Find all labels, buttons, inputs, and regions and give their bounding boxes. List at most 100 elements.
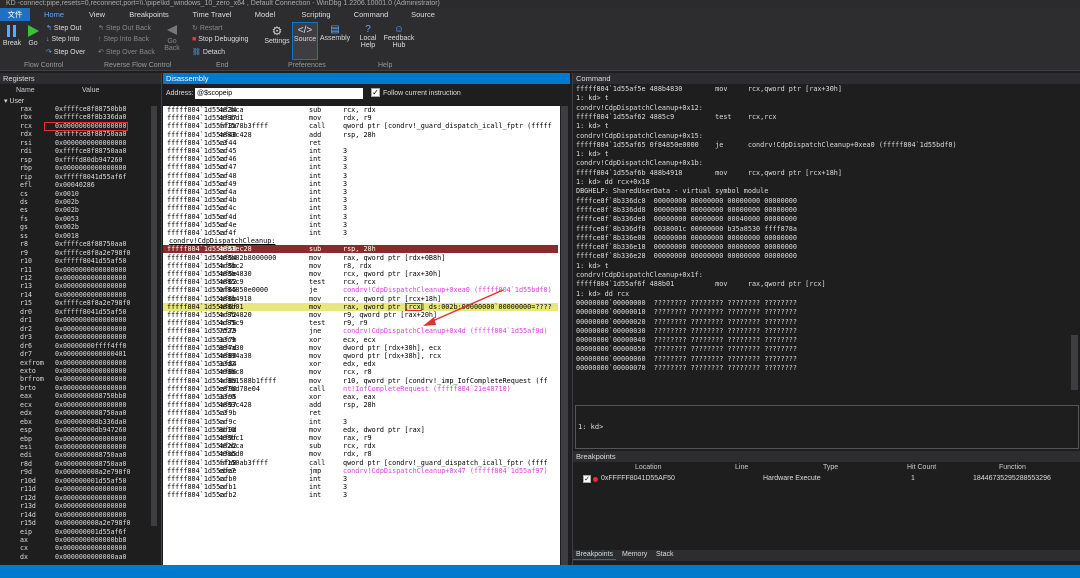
disassembly-row[interactable]: fffff804`1d55af44 c3 ret [163, 139, 558, 147]
source-button[interactable]: </> Source [292, 22, 318, 60]
assembly-button[interactable]: ▤ Assembly [318, 24, 352, 42]
col-line: Line [735, 464, 749, 471]
command-input[interactable]: 1: kd> [575, 405, 1079, 449]
disassembly-row[interactable]: fffff804`1d55af80 48894a38 mov qword ptr [r… [163, 352, 558, 360]
tab-stack-pane[interactable]: Stack [653, 550, 677, 560]
disassembly-row[interactable]: fffff804`1d55af4b cc int 3 [163, 196, 558, 204]
disassembly-row[interactable]: fffff804`1d55af47 cc int 3 [163, 163, 558, 171]
tab-scripting[interactable]: Scripting [296, 8, 336, 21]
follow-checkbox[interactable]: ✓ [371, 88, 380, 97]
dis-mnemonic: call [309, 384, 326, 393]
step-over-button[interactable]: ↷ Step Over [46, 48, 85, 56]
step-out-back-button[interactable]: ↰ Step Out Back [98, 24, 151, 32]
tab-view[interactable]: View [84, 8, 110, 21]
feedback-hub-button[interactable]: ☺ Feedback Hub [382, 24, 416, 49]
disassembly-row[interactable]: fffff804`1d55afa2 482bca sub rcx, rdx [163, 442, 558, 450]
disassembly-row[interactable]: fffff804`1d55af4d cc int 3 [163, 213, 558, 221]
dis-bytes: cc [219, 417, 228, 426]
go-back-button[interactable]: Go Back [162, 24, 182, 52]
local-help-button[interactable]: ? Local Help [356, 24, 380, 49]
tab-command[interactable]: Command [350, 8, 392, 21]
disassembly-row[interactable]: fffff804`1d55af7d 894a30 mov dword ptr [rdx… [163, 344, 558, 352]
command-scrollbar[interactable] [1071, 335, 1078, 390]
dis-mnemonic: mov [309, 368, 322, 377]
tab-breakpoints[interactable]: Breakpoints [124, 8, 174, 21]
step-over-back-button[interactable]: ↶ Step Over Back [98, 48, 155, 56]
registers-scrollbar[interactable] [151, 106, 157, 526]
disassembly-row[interactable]: fffff804`1d55afa8 ff150ab3ffff call qword p… [163, 459, 558, 467]
user-group[interactable]: ▾ User [4, 97, 24, 105]
break-button[interactable]: Break [2, 24, 22, 47]
disassembly-row[interactable]: fffff804`1d55af34 482bca sub rcx, rdx [163, 106, 558, 114]
disassembly-row[interactable]: fffff804`1d55afae ebe7 jmp condrv!CdpDispat… [163, 467, 558, 475]
dis-operands: edx, dword ptr [rax] [343, 425, 425, 434]
disassembly-row[interactable]: fffff804`1d55af50 4883ec28 sub rsp, 28h [163, 245, 558, 254]
disassembly-row[interactable]: fffff804`1d55af46 cc int 3 [163, 155, 558, 163]
disassembly-row[interactable]: fffff804`1d55afb1 cc int 3 [163, 483, 558, 491]
disassembly-row[interactable]: fffff804`1d55afb0 cc int 3 [163, 475, 558, 483]
disassembly-row[interactable]: fffff804`1d55af4a cc int 3 [163, 188, 558, 196]
tab-model[interactable]: Model [250, 8, 280, 21]
disassembly-row[interactable]: fffff804`1d55af5e 488b4830 mov rcx, qword p… [163, 270, 558, 278]
stop-debugging-button[interactable]: ■ Stop Debugging [192, 36, 248, 43]
function-label-row[interactable]: condrv!CdpDispatchCleanup: [163, 237, 558, 245]
detach-icon: ⛓ [192, 49, 201, 56]
register-name: r13d [20, 502, 36, 511]
disassembly-row[interactable]: fffff804`1d55af95 33c0 xor eax, eax [163, 393, 558, 401]
disassembly-row[interactable]: fffff804`1d55af9d 8b10 mov edx, dword ptr [… [163, 426, 558, 434]
disassembly-row[interactable]: fffff804`1d55af5b 4c8bc2 mov r8, rdx [163, 262, 558, 270]
disassembly-row[interactable]: fffff804`1d55af90 e87bd78e04 call nt!IofCom… [163, 385, 558, 393]
disassembly-row[interactable]: fffff804`1d55af97 4883c428 add rsp, 28h [163, 401, 558, 409]
disassembly-row[interactable]: fffff804`1d55af4f cc int 3 [163, 229, 558, 237]
register-value: 0xffffce8f8b336da0 [55, 113, 127, 122]
disassembly-row[interactable]: fffff804`1d55af54 488b82b8000000 mov rax, q… [163, 254, 558, 262]
disassembly-row[interactable]: fffff804`1d55af48 cc int 3 [163, 172, 558, 180]
address-input[interactable]: @$scopeip [195, 88, 363, 99]
disassembly-row[interactable]: fffff804`1d55af3a ff1578b3ffff call qword p… [163, 122, 558, 130]
breakpoint-enabled-checkbox[interactable]: ✓ [583, 475, 591, 483]
register-name: rsi [20, 138, 32, 147]
dis-mnemonic: call [309, 458, 326, 467]
breakpoint-row[interactable]: ✓ 0xFFFFF8041D55AF50 Hardware Execute 1 … [573, 475, 1080, 485]
step-into-back-button[interactable]: ↑ Step Into Back [98, 36, 149, 43]
group-help: Help [378, 62, 393, 69]
register-value: 0x0053 [55, 214, 79, 223]
disassembly-row[interactable]: fffff804`1d55af9b c3 ret [163, 409, 558, 417]
disassembly-row[interactable]: fffff804`1d55af84 33d2 xor edx, edx [163, 360, 558, 368]
settings-button[interactable]: ⚙ Settings [262, 24, 292, 45]
step-into-button[interactable]: ↓ Step Into [46, 36, 79, 43]
disassembly-row[interactable]: fffff804`1d55af4e cc int 3 [163, 221, 558, 229]
tab-source[interactable]: Source [406, 8, 440, 21]
tab-file[interactable]: 文件 [0, 8, 30, 21]
dis-mnemonic: call [309, 122, 326, 131]
disassembly-row[interactable]: fffff804`1d55af37 498bd1 mov rdx, r9 [163, 114, 558, 122]
dis-mnemonic: int [309, 171, 322, 180]
disassembly-row[interactable]: fffff804`1d55af7b 33c9 xor ecx, ecx [163, 336, 558, 344]
command-line: 00000000`00000040 ???????? ???????? ????… [576, 336, 797, 345]
tab-memory-pane[interactable]: Memory [619, 550, 650, 560]
disassembly-row[interactable]: fffff804`1d55af86 498bc8 mov rcx, r8 [163, 368, 558, 376]
go-button[interactable]: Go [24, 24, 42, 47]
disassembly-row[interactable]: fffff804`1d55af9f 498bc1 mov rax, r9 [163, 434, 558, 442]
register-name: rdi [20, 147, 32, 156]
disassembly-row[interactable]: fffff804`1d55af40 4883c428 add rsp, 28h [163, 131, 558, 139]
tab-breakpoints-pane[interactable]: Breakpoints [573, 550, 616, 560]
step-out-button[interactable]: ↰ Step Out [46, 24, 81, 32]
disassembly-row[interactable]: fffff804`1d55af49 cc int 3 [163, 180, 558, 188]
dis-operands: rax, r9 [343, 434, 372, 442]
disassembly-row[interactable]: fffff804`1d55af4c cc int 3 [163, 204, 558, 212]
register-name: cx [20, 544, 28, 553]
tab-time-travel[interactable]: Time Travel [188, 8, 236, 21]
detach-button[interactable]: ⛓ Detach [192, 48, 225, 56]
register-value: 0x0000000000000000 [55, 375, 127, 384]
register-value: 0x00000000ffff4ff0 [55, 341, 127, 350]
disassembly-row[interactable]: fffff804`1d55af89 4c8b1588b1ffff mov r10, q… [163, 377, 558, 385]
tab-home[interactable]: Home [38, 8, 70, 21]
restart-button[interactable]: ↻ Restart [192, 24, 222, 32]
disassembly-row[interactable]: fffff804`1d55afa5 498bd0 mov rdx, r8 [163, 450, 558, 458]
address-label: Address: [166, 90, 194, 97]
disassembly-scrollbar[interactable] [561, 106, 568, 565]
disassembly-row[interactable]: fffff804`1d55af9c cc int 3 [163, 418, 558, 426]
disassembly-row[interactable]: fffff804`1d55af45 cc int 3 [163, 147, 558, 155]
disassembly-row[interactable]: fffff804`1d55afb2 cc int 3 [163, 491, 558, 499]
